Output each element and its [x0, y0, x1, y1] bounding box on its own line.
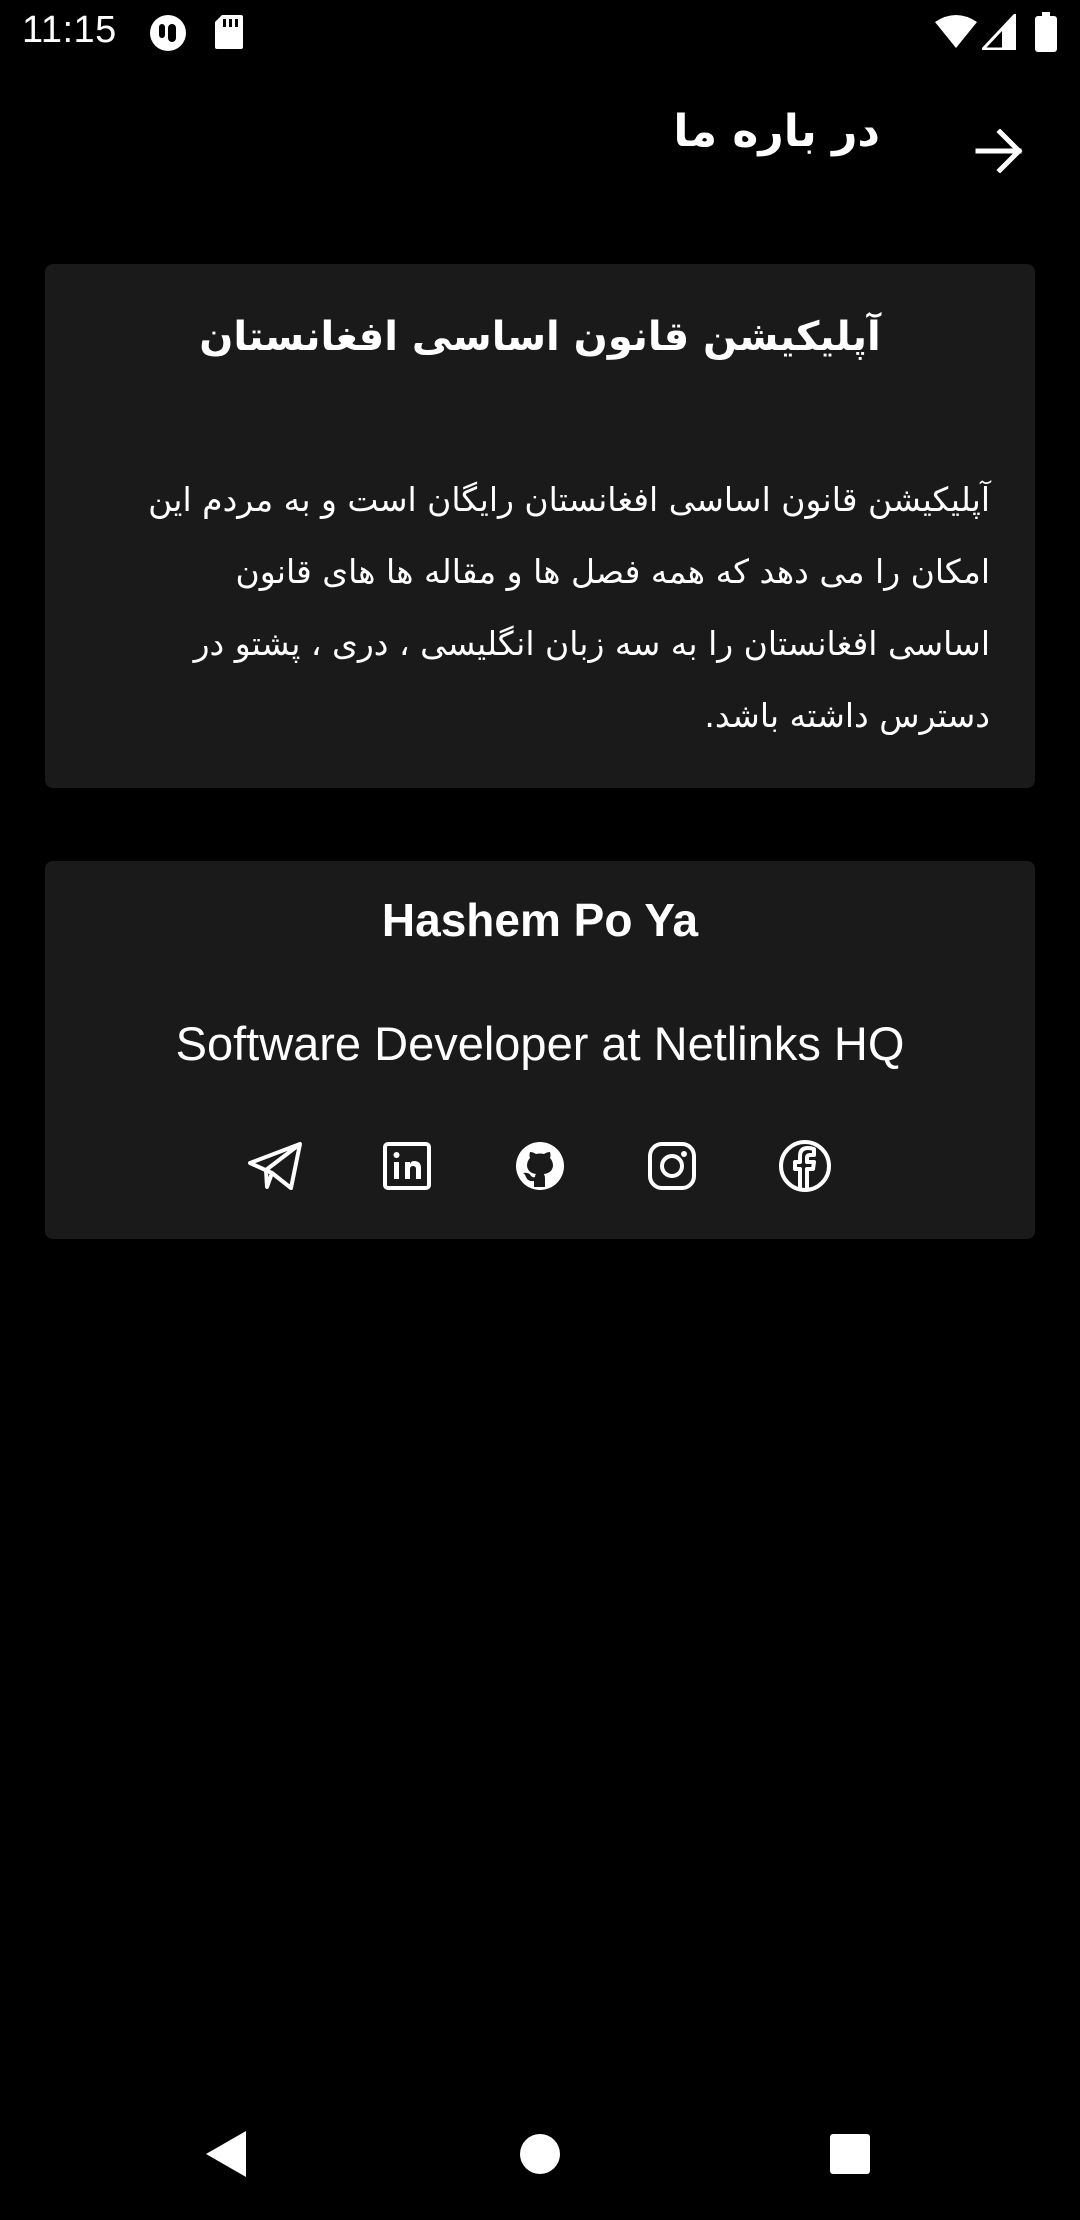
- back-button[interactable]: [965, 116, 1035, 186]
- status-bar: 11:15: [0, 0, 1080, 66]
- sd-card-icon: [214, 14, 244, 54]
- linkedin-icon[interactable]: [374, 1133, 440, 1199]
- recents-square-icon[interactable]: [814, 2118, 886, 2190]
- status-time: 11:15: [22, 9, 117, 51]
- page-title: در باره ما: [673, 106, 880, 157]
- home-circle-icon[interactable]: [504, 2118, 576, 2190]
- about-line: دسترس داشته باشد.: [704, 696, 990, 735]
- about-line: اساسی افغانستان را به سه زبان انگلیسی ، …: [193, 624, 990, 663]
- developer-name: Hashem Po Ya: [381, 894, 699, 946]
- app-bar: در باره ما: [0, 66, 1080, 216]
- arrow-right-icon: [975, 129, 1023, 173]
- system-nav-bar: [0, 2088, 1080, 2220]
- about-description: آپلیکیشن قانون اساسی افغانستان رایگان اس…: [100, 464, 990, 752]
- facebook-icon[interactable]: [772, 1133, 838, 1199]
- app-notification-icon: [148, 14, 188, 56]
- developer-card: Hashem Po Ya Software Developer at Netli…: [45, 861, 1035, 1239]
- battery-icon: [1035, 12, 1057, 56]
- github-icon[interactable]: [507, 1133, 573, 1199]
- about-line: امکان را می دهد که همه فصل ها و مقاله ها…: [235, 552, 990, 591]
- developer-role: Software Developer at Netlinks HQ: [175, 1017, 905, 1070]
- telegram-icon[interactable]: [242, 1133, 308, 1199]
- about-title: آپلیکیشن قانون اساسی افغانستان: [199, 314, 881, 360]
- signal-icon: [979, 11, 1017, 54]
- about-line: آپلیکیشن قانون اساسی افغانستان رایگان اس…: [148, 480, 990, 519]
- wifi-icon: [934, 14, 978, 54]
- about-card: آپلیکیشن قانون اساسی افغانستان آپلیکیشن …: [45, 264, 1035, 788]
- social-links: [45, 1133, 1035, 1199]
- instagram-icon[interactable]: [639, 1133, 705, 1199]
- back-triangle-icon[interactable]: [190, 2118, 262, 2190]
